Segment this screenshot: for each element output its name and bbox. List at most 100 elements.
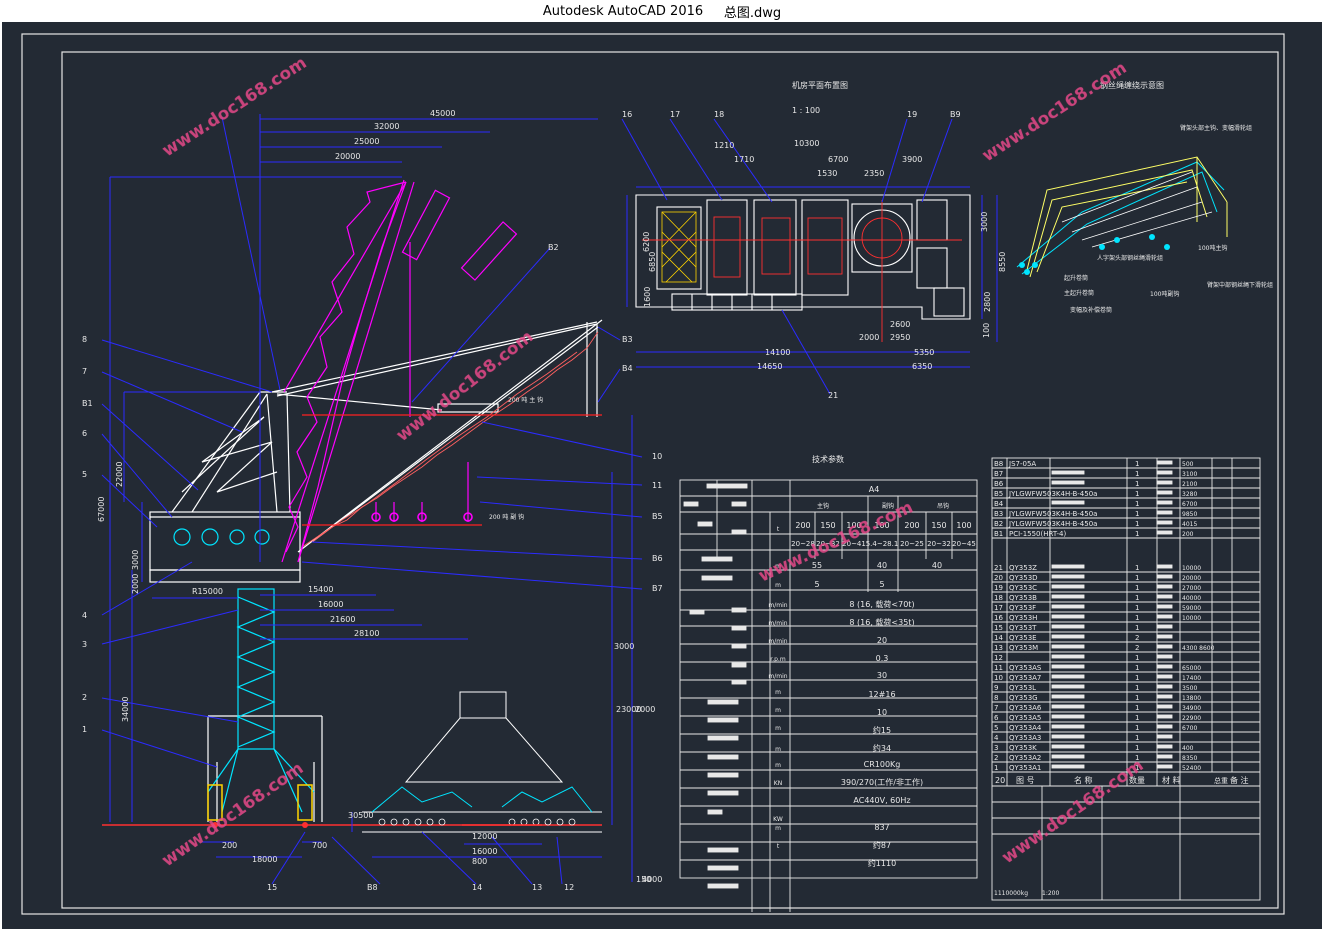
callout-number: B6 bbox=[652, 554, 663, 563]
load-value: 150 bbox=[931, 521, 946, 530]
table-text: A4主钩 副钩 吊钩200 150 100 100 200 150 10020~28 20~32 2… bbox=[768, 460, 1248, 897]
dimension-label: 30500 bbox=[348, 811, 373, 820]
callout-number: 21 bbox=[828, 391, 838, 400]
part-code: QY353A6 bbox=[1009, 704, 1042, 712]
part-mass: 22900 bbox=[1182, 715, 1201, 722]
part-mass: 4300 8600 bbox=[1182, 645, 1215, 652]
part-qty: 1 bbox=[1135, 694, 1139, 702]
table-header: A4 bbox=[869, 485, 880, 494]
redacted-name bbox=[1051, 654, 1085, 659]
part-qty: 1 bbox=[1135, 684, 1139, 692]
callout-number: B2 bbox=[548, 243, 559, 252]
callout-number: 13 bbox=[532, 883, 542, 892]
redacted-label bbox=[707, 754, 739, 760]
part-number: B4 bbox=[994, 500, 1004, 508]
part-qty: 1 bbox=[1135, 734, 1139, 742]
dimension-label: 100 bbox=[982, 323, 991, 338]
dimension-label: 10300 bbox=[794, 139, 819, 148]
part-number: 18 bbox=[994, 594, 1003, 602]
unit-label: r.p.m bbox=[770, 656, 786, 663]
dimension-label: 3000 bbox=[614, 642, 634, 651]
part-qty: 1 bbox=[1135, 500, 1139, 508]
part-number: 1 bbox=[994, 764, 998, 772]
part-mass: 200 bbox=[1182, 531, 1194, 538]
redacted-label bbox=[731, 662, 747, 668]
part-mass: 65000 bbox=[1182, 665, 1201, 672]
part-code: QY353A2 bbox=[1009, 754, 1041, 762]
watermark-text: www.doc168.com bbox=[159, 53, 311, 161]
dimension-label: 2000 bbox=[131, 574, 140, 594]
redacted-label bbox=[731, 501, 747, 507]
dimension-label: 5350 bbox=[914, 348, 934, 357]
part-mass: 34900 bbox=[1182, 705, 1201, 712]
callout-number: 8 bbox=[82, 335, 87, 344]
parts-header: 20 bbox=[995, 776, 1005, 785]
unit-label: m/min bbox=[768, 638, 787, 645]
redacted-name bbox=[1051, 500, 1085, 505]
part-qty: 1 bbox=[1135, 664, 1139, 672]
callout-number: B8 bbox=[367, 883, 378, 892]
redacted-label bbox=[706, 483, 748, 489]
table-cell-value: 30 bbox=[877, 671, 887, 680]
table-cell-value: 约34 bbox=[873, 743, 891, 753]
callout-number: 15 bbox=[267, 883, 277, 892]
part-number: 13 bbox=[994, 644, 1003, 652]
part-qty: 1 bbox=[1135, 614, 1139, 622]
redacted-label bbox=[707, 699, 739, 705]
part-qty: 1 bbox=[1135, 714, 1139, 722]
redacted-label bbox=[731, 625, 747, 631]
unit-label: m bbox=[775, 707, 781, 714]
dimension-label: 16000 bbox=[318, 600, 343, 609]
inner-border bbox=[61, 51, 1279, 909]
table-cell-value: AC440V, 60Hz bbox=[853, 796, 910, 805]
table-cell-value: 40 bbox=[877, 561, 887, 570]
part-number: 16 bbox=[994, 614, 1003, 622]
dimension-label: 6850 bbox=[648, 252, 657, 272]
part-code: QY353E bbox=[1009, 634, 1037, 642]
redacted-material bbox=[1156, 654, 1173, 659]
app-name: Autodesk AutoCAD 2016 bbox=[542, 3, 704, 19]
dimension-text: 4500032000250002000067000220003000200034… bbox=[82, 109, 1273, 892]
part-qty: 1 bbox=[1135, 490, 1139, 498]
redacted-label bbox=[701, 575, 733, 581]
part-mass: 17400 bbox=[1182, 675, 1201, 682]
watermark-text: www.doc168.com bbox=[158, 758, 307, 871]
table-cell-value: 20 bbox=[877, 636, 887, 645]
part-code: QY353T bbox=[1009, 624, 1037, 632]
callout-number: 3 bbox=[82, 640, 87, 649]
part-code: QY353A5 bbox=[1009, 714, 1041, 722]
part-code: QY353A4 bbox=[1009, 724, 1042, 732]
part-qty: 1 bbox=[1135, 624, 1139, 632]
dimension-label: 45000 bbox=[430, 109, 455, 118]
redacted-name bbox=[1051, 574, 1085, 579]
cad-drawing[interactable]: 机房平面布置图 1 : 100 钢丝绳缠绕示意图 技术参数 4500032000… bbox=[2, 22, 1322, 929]
load-value: 200 bbox=[904, 521, 919, 530]
tech-table-title: 技术参数 bbox=[812, 454, 844, 464]
table-cell-value: 390/270(工作/非工作) bbox=[841, 777, 923, 787]
dimension-label: 4000 bbox=[642, 875, 662, 884]
callout-number: 2 bbox=[82, 693, 87, 702]
dimension-label: 23000 bbox=[616, 705, 641, 714]
part-number: B5 bbox=[994, 490, 1003, 498]
drawing-canvas[interactable]: 机房平面布置图 1 : 100 钢丝绳缠绕示意图 技术参数 45000 32000… bbox=[2, 22, 1322, 929]
redacted-label bbox=[707, 790, 739, 796]
part-code: QY353D bbox=[1009, 574, 1038, 582]
redacted-material bbox=[1156, 574, 1173, 579]
part-qty: 1 bbox=[1135, 604, 1139, 612]
redacted-label bbox=[731, 607, 747, 613]
dimension-label: 1600 bbox=[643, 287, 652, 307]
dimension-label: 6350 bbox=[912, 362, 932, 371]
rigging-note: 起升卷筒 bbox=[1064, 274, 1088, 282]
rigging-note: 主起升卷筒 bbox=[1064, 289, 1094, 297]
part-number: B2 bbox=[994, 520, 1003, 528]
redacted-label bbox=[731, 529, 747, 535]
dimension-label: 6200 bbox=[642, 232, 651, 252]
table-cell-value: CR100Kg bbox=[864, 760, 901, 769]
redacted-name bbox=[1051, 634, 1085, 639]
redacted-material bbox=[1156, 470, 1173, 475]
part-code: QY353A1 bbox=[1009, 764, 1041, 772]
redacted-material bbox=[1156, 520, 1173, 525]
redacted-name bbox=[1051, 470, 1085, 475]
part-qty: 2 bbox=[1135, 644, 1139, 652]
part-mass: 59000 bbox=[1182, 605, 1201, 612]
